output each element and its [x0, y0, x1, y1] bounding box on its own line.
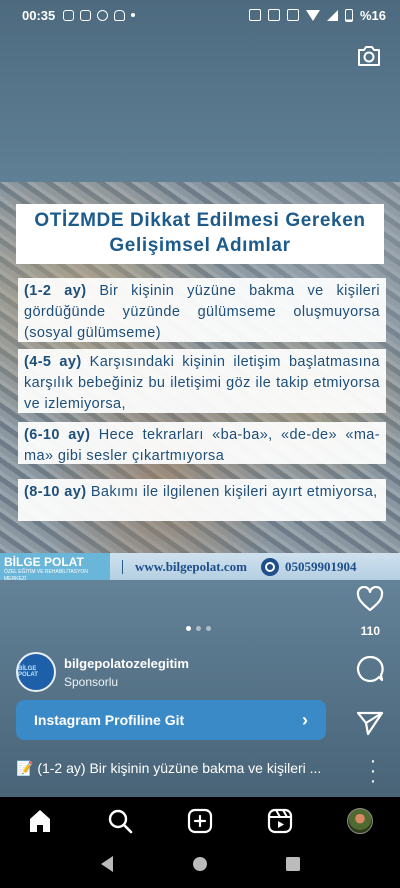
- system-navigation: [0, 845, 400, 888]
- poster-item: (6-10 ay) Hece tekrarları «ba-ba», «de-d…: [18, 422, 386, 464]
- chevron-right-icon: ›: [302, 709, 308, 730]
- system-status-icons: %16: [248, 7, 386, 23]
- home-circle-icon[interactable]: [192, 856, 208, 877]
- visit-profile-button[interactable]: Instagram Profiline Git ›: [16, 700, 326, 740]
- battery-icon: [344, 8, 353, 22]
- profile-icon[interactable]: [340, 801, 380, 841]
- account-avatar[interactable]: BİLGE POLAT: [16, 652, 56, 692]
- messenger-notification-icon: [97, 9, 109, 21]
- back-icon[interactable]: [99, 855, 115, 878]
- poster-item-age: (8-10 ay): [24, 484, 87, 500]
- notification-icons: [63, 9, 136, 21]
- signal-icon: [326, 9, 338, 21]
- poster-item-age: (1-2 ay): [24, 283, 87, 299]
- poster-item: (1-2 ay) Bir kişinin yüzüne bakma ve kiş…: [18, 278, 386, 342]
- account-name[interactable]: bilgepolatozelegitim: [64, 656, 189, 671]
- comment-icon[interactable]: [356, 655, 384, 688]
- home-icon[interactable]: [20, 801, 60, 841]
- recents-icon[interactable]: [285, 856, 301, 877]
- volte-icon: [286, 9, 299, 21]
- carousel-indicator: [186, 626, 211, 631]
- brand-phone: 05059901904: [284, 558, 357, 574]
- poster-item: (4-5 ay) Karşısındaki kişinin iletişim b…: [18, 349, 386, 413]
- brand-divider: [122, 559, 123, 574]
- more-notifications-dot: [131, 13, 136, 17]
- sponsored-label: Sponsorlu: [64, 675, 119, 689]
- post-caption[interactable]: 📝 (1-2 ay) Bir kişinin yüzüne bakma ve k…: [16, 760, 346, 777]
- whatsapp-icon: [260, 557, 279, 576]
- snapchat-notification-icon: [114, 9, 126, 21]
- brand-logo-subtitle: ÖZEL EĞİTİM VE REHABİLİTASYON MERKEZİ: [4, 569, 88, 582]
- instagram-notification-icon-2: [80, 9, 92, 21]
- poster-item-text: Bakımı ile ilgilenen kişileri ayırt etmi…: [86, 484, 378, 500]
- carousel-dot-active: [186, 626, 191, 631]
- camera-icon[interactable]: [356, 44, 382, 68]
- profile-avatar: [347, 808, 373, 834]
- brand-logo-text: BİLGE POLAT: [4, 555, 84, 569]
- brand-url: www.bilgepolat.com: [135, 558, 247, 574]
- carousel-dot: [196, 626, 201, 631]
- post-image[interactable]: OTİZMDE Dikkat Edilmesi Gereken Gelişims…: [0, 182, 400, 580]
- poster-item-age: (6-10 ay): [24, 427, 91, 443]
- brand-logo: BİLGE POLAT ÖZEL EĞİTİM VE REHABİLİTASYO…: [0, 553, 110, 582]
- poster-title: OTİZMDE Dikkat Edilmesi Gereken Gelişims…: [16, 204, 384, 264]
- share-icon[interactable]: [356, 710, 384, 741]
- like-count[interactable]: 110: [361, 624, 380, 638]
- heart-icon[interactable]: [356, 585, 384, 617]
- instagram-notification-icon: [63, 9, 75, 21]
- status-bar: 00:35 %16: [0, 0, 400, 30]
- carousel-dot: [206, 626, 211, 631]
- battery-level: %16: [359, 7, 386, 23]
- search-icon[interactable]: [100, 801, 140, 841]
- mute-icon: [267, 9, 280, 21]
- poster-item-age: (4-5 ay): [24, 354, 82, 370]
- bottom-navigation: [0, 797, 400, 845]
- more-icon[interactable]: · · ·: [368, 751, 378, 791]
- visit-profile-label: Instagram Profiline Git: [34, 712, 185, 728]
- poster-brand-bar: BİLGE POLAT ÖZEL EĞİTİM VE REHABİLİTASYO…: [0, 553, 400, 582]
- create-icon[interactable]: [180, 801, 220, 841]
- nfc-icon: [248, 9, 261, 21]
- status-time: 00:35: [22, 7, 56, 23]
- wifi-icon: [305, 9, 320, 21]
- poster-item: (8-10 ay) Bakımı ile ilgilenen kişileri …: [18, 479, 386, 521]
- reels-icon[interactable]: [260, 801, 300, 841]
